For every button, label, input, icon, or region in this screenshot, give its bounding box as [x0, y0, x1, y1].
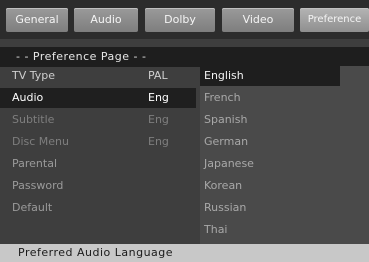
option-label: Japanese — [204, 157, 254, 170]
dvd-setup-screen: General Audio Dolby Video Preference - -… — [0, 0, 369, 262]
tab-audio[interactable]: Audio — [74, 8, 138, 32]
setting-value: Eng — [148, 91, 169, 104]
status-bar: Preferred Audio Language — [0, 244, 369, 262]
option-label: French — [204, 91, 241, 104]
setting-label: Audio — [12, 91, 44, 104]
option-label: Thai — [204, 223, 228, 236]
setting-label: Default — [12, 201, 53, 214]
tab-bar: General Audio Dolby Video Preference — [0, 0, 369, 39]
setting-subtitle[interactable]: Subtitle Eng — [0, 110, 198, 130]
tab-dolby[interactable]: Dolby — [145, 8, 215, 32]
option-japanese[interactable]: Japanese — [200, 154, 369, 174]
setting-label: Subtitle — [12, 113, 55, 126]
setting-disc-menu[interactable]: Disc Menu Eng — [0, 132, 198, 152]
setting-value: PAL — [148, 69, 168, 82]
option-label: Spanish — [204, 113, 248, 126]
settings-list: TV Type PAL Audio Eng Subtitle Eng Disc … — [0, 66, 198, 234]
option-label: German — [204, 135, 249, 148]
option-label: Korean — [204, 179, 243, 192]
setting-password[interactable]: Password — [0, 176, 198, 196]
option-korean[interactable]: Korean — [200, 176, 369, 196]
tab-preference[interactable]: Preference — [300, 8, 369, 32]
option-english[interactable]: English — [200, 66, 340, 86]
option-label: English — [204, 69, 244, 82]
setting-audio[interactable]: Audio Eng — [0, 88, 196, 108]
option-french[interactable]: French — [200, 88, 369, 108]
status-text: Preferred Audio Language — [18, 246, 174, 259]
option-spanish[interactable]: Spanish — [200, 110, 369, 130]
setting-value: Eng — [148, 135, 169, 148]
setting-label: Disc Menu — [12, 135, 70, 148]
tab-general[interactable]: General — [6, 8, 68, 32]
setting-label: Password — [12, 179, 64, 192]
option-russian[interactable]: Russian — [200, 198, 369, 218]
option-label: Russian — [204, 201, 247, 214]
setting-parental[interactable]: Parental — [0, 154, 198, 174]
setting-default[interactable]: Default — [0, 198, 198, 218]
setting-label: TV Type — [12, 69, 56, 82]
tab-video[interactable]: Video — [222, 8, 294, 32]
setting-tv-type[interactable]: TV Type PAL — [0, 66, 198, 86]
page-title: - - Preference Page - - — [0, 47, 369, 67]
language-options: English French Spanish German Japanese K… — [200, 66, 369, 244]
page-title-text: - - Preference Page - - — [16, 50, 147, 63]
option-german[interactable]: German — [200, 132, 369, 152]
option-thai[interactable]: Thai — [200, 220, 369, 240]
setting-label: Parental — [12, 157, 58, 170]
setting-value: Eng — [148, 113, 169, 126]
